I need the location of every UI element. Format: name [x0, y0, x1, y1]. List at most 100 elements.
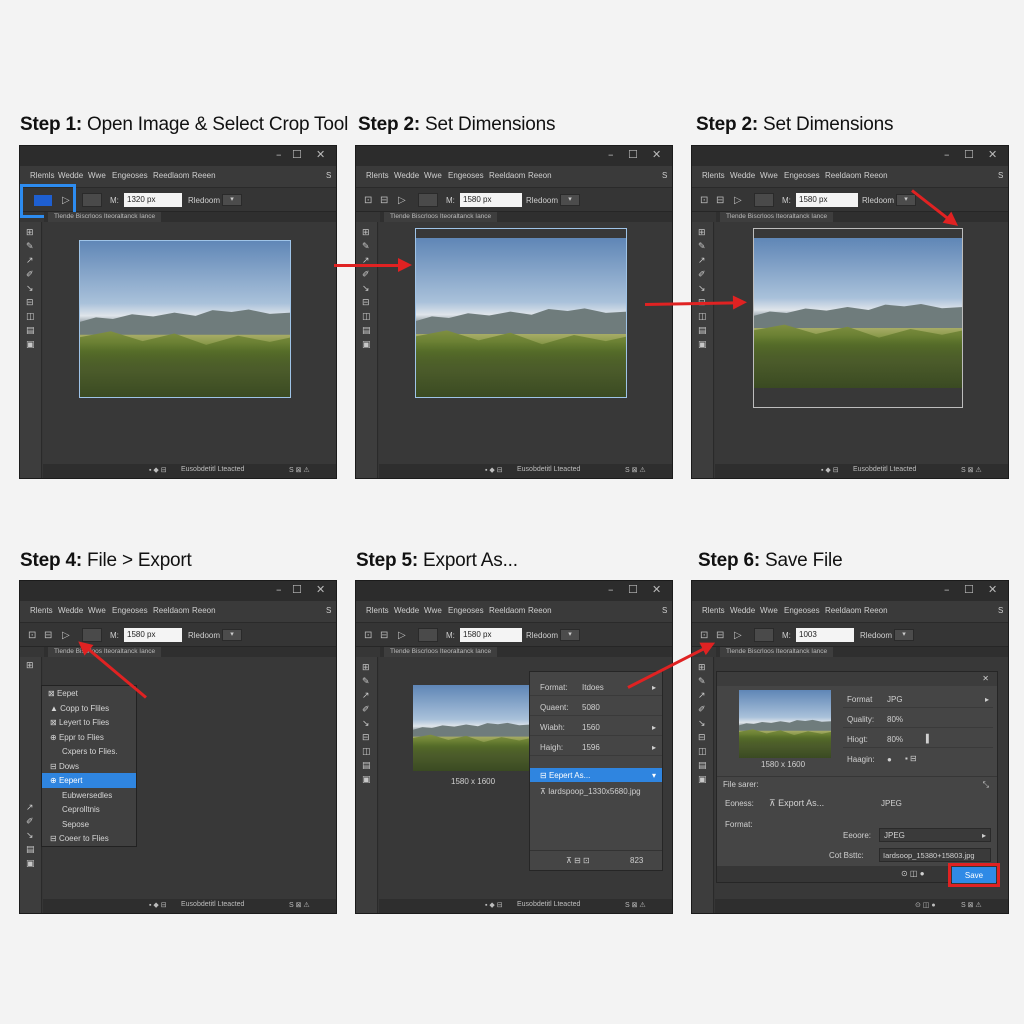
menu-item[interactable]: Reeldaom	[489, 606, 525, 615]
file-menu-item[interactable]: ▲ Copp to Fliles	[42, 701, 136, 716]
lasso-tool-icon[interactable]: ↗	[26, 803, 34, 813]
menu-item[interactable]: Wwe	[424, 171, 442, 180]
document-tab[interactable]: Tlende Biscrloos Iteoraltanck Iance	[720, 212, 834, 222]
eraser-tool-icon[interactable]: ◫	[698, 747, 707, 757]
menu-item[interactable]: Reeldaom	[153, 606, 189, 615]
lasso-tool-icon[interactable]: ↗	[698, 691, 706, 701]
stamp-tool-icon[interactable]: ⊟	[698, 733, 706, 743]
width-field[interactable]: 1580 px	[124, 628, 182, 642]
menu-item[interactable]: Wwe	[424, 606, 442, 615]
menu-item[interactable]: Engeoses	[784, 606, 820, 615]
camera-icon[interactable]: ⊟	[44, 630, 52, 641]
move-tool-icon[interactable]: ⊞	[26, 228, 34, 238]
pen-tool-icon[interactable]: ✐	[26, 817, 34, 827]
crop-icon[interactable]: ⊡	[364, 195, 372, 206]
pen-tool-icon[interactable]: ✐	[698, 270, 706, 280]
ratio-dropdown[interactable]: ▾	[222, 194, 242, 206]
eraser-tool-icon[interactable]: ◫	[698, 312, 707, 322]
tool-swatch[interactable]	[754, 628, 774, 642]
lasso-tool-icon[interactable]: ↗	[362, 691, 370, 701]
layer-tool-icon[interactable]: ▤	[698, 326, 707, 336]
minimize-button[interactable]: –	[608, 583, 614, 596]
menu-item[interactable]: S	[998, 171, 1003, 180]
ratio-dropdown[interactable]: ▾	[896, 194, 916, 206]
maximize-button[interactable]: ☐	[964, 583, 974, 596]
ratio-dropdown[interactable]: ▾	[560, 629, 580, 641]
move-tool-icon[interactable]: ⊞	[698, 228, 706, 238]
camera-icon[interactable]: ⊟	[716, 630, 724, 641]
menu-item[interactable]: Wedde	[730, 171, 755, 180]
file-menu-item[interactable]: Eubwersedles	[42, 788, 136, 803]
layer-tool-icon[interactable]: ▤	[26, 845, 35, 855]
crop-icon[interactable]: ⊡	[700, 195, 708, 206]
eyedropper-icon[interactable]: ↘	[26, 831, 34, 841]
menu-item[interactable]: Reeen	[192, 171, 216, 180]
eraser-tool-icon[interactable]: ◫	[362, 312, 371, 322]
menu-item[interactable]: S	[326, 171, 331, 180]
save-button[interactable]: Save	[952, 867, 996, 883]
close-button[interactable]: ✕	[316, 148, 325, 161]
menu-item[interactable]: S	[326, 606, 331, 615]
screen-mode-icon[interactable]: ▣	[26, 340, 35, 350]
file-menu-item[interactable]: ⊟ Dows	[42, 759, 136, 774]
ratio-dropdown[interactable]: ▾	[560, 194, 580, 206]
ratio-dropdown[interactable]: ▾	[894, 629, 914, 641]
menu-item[interactable]: S	[998, 606, 1003, 615]
file-menu-item[interactable]: ⊠ Leyert to Flies	[42, 715, 136, 730]
menu-item[interactable]: S	[662, 171, 667, 180]
screen-mode-icon[interactable]: ▣	[26, 859, 35, 869]
file-menu-export-item[interactable]: ⊕ Eepert	[42, 773, 136, 788]
file-menu-item[interactable]: ⊟ Coeer to Flies	[42, 831, 136, 846]
brush-tool-icon[interactable]: ✎	[698, 677, 706, 687]
screen-mode-icon[interactable]: ▣	[698, 775, 707, 785]
file-menu-item[interactable]: Cxpers to Flies.	[42, 744, 136, 759]
menu-item[interactable]: Wedde	[394, 606, 419, 615]
format-row[interactable]: Format JPG ▸	[843, 690, 993, 708]
menu-item[interactable]: Reedlaom	[153, 171, 189, 180]
ratio-dropdown[interactable]: ▾	[222, 629, 242, 641]
close-icon[interactable]: ✕	[982, 674, 989, 683]
lasso-tool-icon[interactable]: ↗	[698, 256, 706, 266]
menu-item[interactable]: Rlents	[30, 606, 53, 615]
file-menu-item[interactable]: ⊠ Eepet	[42, 686, 136, 701]
eyedropper-icon[interactable]: ↘	[362, 719, 370, 729]
export-row[interactable]: Haigh: 1596 ▸	[530, 738, 662, 756]
menu-item[interactable]: Engeoses	[784, 171, 820, 180]
document-tab[interactable]: Tlende Biscrloos Iteoraltanck Iance	[720, 647, 834, 657]
file-menu-item[interactable]: Sepose	[42, 817, 136, 832]
menu-item[interactable]: Wwe	[88, 606, 106, 615]
menu-item[interactable]: Wwe	[760, 606, 778, 615]
maximize-button[interactable]: ☐	[964, 148, 974, 161]
eraser-tool-icon[interactable]: ◫	[362, 747, 371, 757]
crop-frame[interactable]	[753, 228, 963, 408]
menu-item[interactable]: Rlents	[366, 606, 389, 615]
height-row[interactable]: Hiogt: 80% ▐	[843, 730, 993, 748]
tool-swatch[interactable]	[418, 628, 438, 642]
move-tool-icon[interactable]: ⊞	[362, 228, 370, 238]
close-button[interactable]: ✕	[316, 583, 325, 596]
tool-swatch[interactable]	[754, 193, 774, 207]
export-file-item[interactable]: ⊼ Iardspoop_1330x5680.jpg	[530, 784, 662, 800]
minimize-button[interactable]: –	[944, 148, 950, 161]
crop-frame[interactable]	[415, 228, 627, 398]
layer-tool-icon[interactable]: ▤	[26, 326, 35, 336]
document-tab[interactable]: Tlende Biscrloos Iteoraltanck Iance	[48, 647, 162, 657]
minimize-button[interactable]: –	[276, 583, 282, 596]
camera-icon[interactable]: ⊟	[380, 195, 388, 206]
width-field[interactable]: 1320 px	[124, 193, 182, 207]
stamp-tool-icon[interactable]: ⊟	[26, 298, 34, 308]
close-button[interactable]: ✕	[988, 148, 997, 161]
camera-icon[interactable]: ⊟	[716, 195, 724, 206]
screen-mode-icon[interactable]: ▣	[362, 340, 371, 350]
menu-item[interactable]: Wedde	[730, 606, 755, 615]
maximize-button[interactable]: ☐	[292, 148, 302, 161]
play-icon[interactable]: ▷	[734, 195, 742, 206]
eyedropper-icon[interactable]: ↘	[698, 719, 706, 729]
menu-item[interactable]: Wedde	[394, 171, 419, 180]
menu-item[interactable]: Engeoses	[448, 606, 484, 615]
close-button[interactable]: ✕	[652, 583, 661, 596]
menu-item[interactable]: Wwe	[760, 171, 778, 180]
document-tab[interactable]: Tlende Biscrloos Iteoraltanck Iance	[384, 647, 498, 657]
footer-icons[interactable]: ⊙ ◫ ●	[901, 869, 925, 878]
file-name-row[interactable]: Cot Bsttc: Iardsoop_15380+15803.jpg	[825, 848, 993, 862]
